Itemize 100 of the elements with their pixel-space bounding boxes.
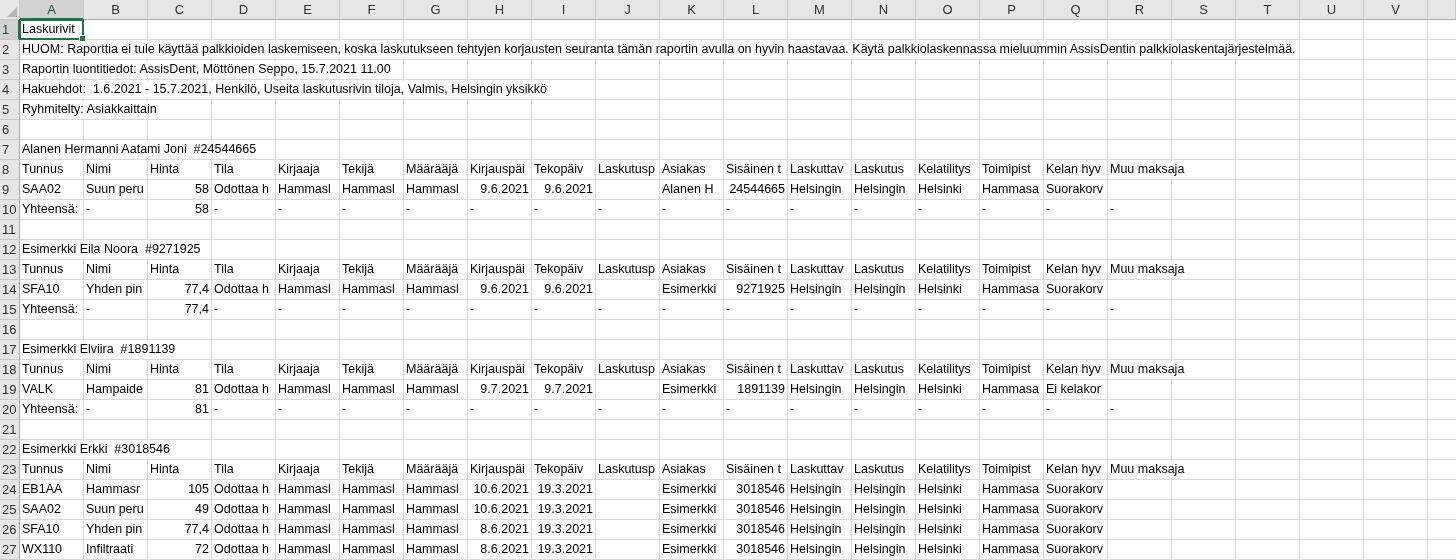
table-cell: Kirjaaja <box>276 161 322 178</box>
row-header[interactable]: 14 <box>0 280 20 300</box>
table-cell: Esimerkki Erkki #3018546 <box>20 441 172 458</box>
table-cell: Kelan hyv <box>1044 161 1103 178</box>
table-cell: Laskutusp <box>596 161 657 178</box>
row-header[interactable]: 17 <box>0 340 20 360</box>
table-cell: Tekopäiv <box>532 261 586 278</box>
table-cell: Laskutusp <box>596 261 657 278</box>
row-header[interactable]: 5 <box>0 100 20 120</box>
table-cell: Kelan hyv <box>1044 361 1103 378</box>
row-header[interactable]: 18 <box>0 360 20 380</box>
table-cell: Kirjauspäi <box>468 461 527 478</box>
table-cell: Määrääjä <box>404 461 461 478</box>
column-header[interactable]: Q <box>1044 0 1108 20</box>
table-cell: Kelan hyv <box>1044 461 1103 478</box>
table-cell: Helsingin <box>852 501 908 518</box>
row-header[interactable]: 1 <box>0 20 20 40</box>
table-cell: Kirjaaja <box>276 461 322 478</box>
table-cell: Hampaide <box>84 381 145 398</box>
row-header[interactable]: 16 <box>0 320 20 340</box>
table-cell: Muu maksaja <box>1108 361 1187 378</box>
column-header[interactable]: L <box>724 0 788 20</box>
table-cell: Helsingin <box>788 181 844 198</box>
table-cell: Helsingin <box>788 481 844 498</box>
column-header[interactable]: E <box>276 0 340 20</box>
table-cell: Helsingin <box>788 501 844 518</box>
table-cell: Tekijä <box>340 161 376 178</box>
column-header[interactable]: S <box>1172 0 1236 20</box>
column-header[interactable]: K <box>660 0 724 20</box>
row-header[interactable]: 23 <box>0 460 20 480</box>
table-cell: Määrääjä <box>404 161 461 178</box>
row-header[interactable]: 24 <box>0 480 20 500</box>
cell-cursor <box>19 19 84 40</box>
row-header[interactable]: 6 <box>0 120 20 140</box>
table-cell: Kirjaaja <box>276 261 322 278</box>
table-cell: Helsingin <box>852 521 908 538</box>
column-header[interactable]: B <box>84 0 148 20</box>
row-header[interactable]: 12 <box>0 240 20 260</box>
column-header[interactable]: P <box>980 0 1044 20</box>
column-header[interactable]: N <box>852 0 916 20</box>
table-cell: Laskutusp <box>596 461 657 478</box>
table-cell: Tekijä <box>340 261 376 278</box>
table-cell: Esimerkki Elviira #1891139 <box>20 341 178 358</box>
row-header[interactable]: 21 <box>0 420 20 440</box>
row-header[interactable]: 27 <box>0 540 20 560</box>
column-header[interactable]: O <box>916 0 980 20</box>
row-header[interactable]: 7 <box>0 140 20 160</box>
column-header[interactable] <box>1428 0 1456 20</box>
column-header[interactable]: I <box>532 0 596 20</box>
row-header[interactable]: 4 <box>0 80 20 100</box>
column-header[interactable]: D <box>212 0 276 20</box>
column-header[interactable]: A <box>20 0 84 20</box>
select-all-button[interactable] <box>0 0 20 20</box>
table-cell: Toimipist <box>980 461 1033 478</box>
row-header[interactable]: 20 <box>0 400 20 420</box>
table-cell: Kelatilitys <box>916 461 973 478</box>
table-cell: Tekijä <box>340 461 376 478</box>
table-cell: Laskutusp <box>596 361 657 378</box>
column-header[interactable]: M <box>788 0 852 20</box>
triangle-icon <box>7 7 17 17</box>
row-header[interactable]: 2 <box>0 40 20 60</box>
column-header[interactable]: F <box>340 0 404 20</box>
table-cell: Hakuehdot: 1.6.2021 - 15.7.2021, Henkilö, Useita laskutusrivin tiloja, Valmis, Helsingin yksikkö <box>20 81 550 98</box>
table-cell: Toimipist <box>980 361 1033 378</box>
column-header[interactable]: H <box>468 0 532 20</box>
table-cell: Kirjaaja <box>276 361 322 378</box>
table-cell: Kelatilitys <box>916 261 973 278</box>
column-header[interactable]: C <box>148 0 212 20</box>
table-cell: Suun peru <box>84 181 146 198</box>
row-header[interactable]: 10 <box>0 200 20 220</box>
column-header[interactable]: T <box>1236 0 1300 20</box>
table-cell: Kelatilitys <box>916 361 973 378</box>
row-header[interactable]: 3 <box>0 60 20 80</box>
table-cell: Alanen Hermanni Aatami Joni #24544665 <box>20 141 259 158</box>
table-cell: Kirjauspäi <box>468 261 527 278</box>
row-header[interactable]: 8 <box>0 160 20 180</box>
table-cell: Tekopäiv <box>532 161 586 178</box>
table-cell: Helsingin <box>788 521 844 538</box>
table-cell: Tekijä <box>340 361 376 378</box>
table-cell: Helsingin <box>852 281 908 298</box>
table-cell: Helsingin <box>852 381 908 398</box>
table-cell: Toimipist <box>980 261 1033 278</box>
row-header[interactable]: 9 <box>0 180 20 200</box>
table-cell: Raportin luontitiedot: AssisDent, Möttönen Seppo, 15.7.2021 11.00 <box>20 61 393 78</box>
column-header[interactable]: R <box>1108 0 1172 20</box>
table-cell: Toimipist <box>980 161 1033 178</box>
table-cell: Helsingin <box>852 481 908 498</box>
row-header[interactable]: 11 <box>0 220 20 240</box>
column-header[interactable]: V <box>1364 0 1428 20</box>
row-header[interactable]: 13 <box>0 260 20 280</box>
column-header[interactable]: U <box>1300 0 1364 20</box>
table-cell: Muu maksaja <box>1108 461 1187 478</box>
row-header[interactable]: 15 <box>0 300 20 320</box>
column-header[interactable]: J <box>596 0 660 20</box>
table-cell: Määrääjä <box>404 361 461 378</box>
row-header[interactable]: 25 <box>0 500 20 520</box>
row-header[interactable]: 19 <box>0 380 20 400</box>
column-header[interactable]: G <box>404 0 468 20</box>
row-header[interactable]: 22 <box>0 440 20 460</box>
row-header[interactable]: 26 <box>0 520 20 540</box>
